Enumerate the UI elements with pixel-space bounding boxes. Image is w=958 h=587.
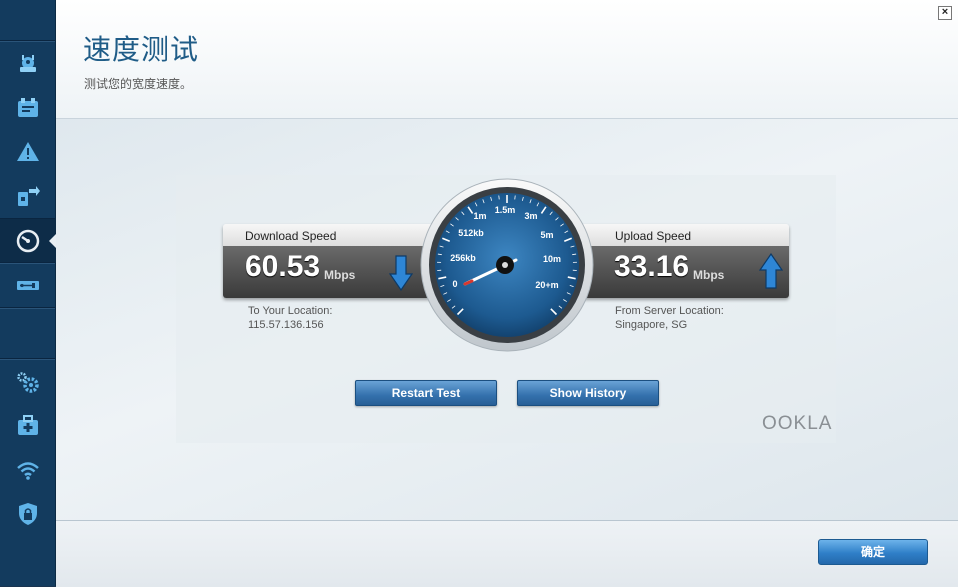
page-footer: 确定 — [56, 520, 958, 587]
content-area: Download Speed 60.53 Mbps To Your Locati… — [56, 119, 958, 520]
sidebar — [0, 0, 56, 586]
page-title: 速度测试 — [83, 28, 199, 68]
download-speed-unit: Mbps — [324, 268, 355, 282]
sidebar-item-security[interactable] — [0, 492, 55, 536]
download-label: Download Speed — [245, 229, 336, 243]
gauge-label: 3m — [524, 211, 537, 221]
gears-icon — [15, 370, 41, 396]
gauge-label: 1m — [473, 211, 486, 221]
main-panel: 速度测试 测试您的宽度速度。 × Download Speed 60.53 Mb… — [56, 0, 958, 586]
download-location-value: 115.57.136.156 — [248, 319, 324, 331]
gauge-label: 20+m — [535, 280, 558, 290]
upload-arrow-icon — [759, 253, 783, 289]
speed-gauge: 0 256kb 512kb 1m 1.5m 3m 5m 10m 20+m — [420, 178, 594, 352]
page-header: 速度测试 测试您的宽度速度。 × — [56, 0, 958, 119]
gauge-label: 10m — [543, 254, 561, 264]
ok-button[interactable]: 确定 — [818, 539, 928, 565]
medkit-icon — [15, 413, 41, 439]
close-button[interactable]: × — [938, 6, 952, 20]
devices-icon — [15, 95, 41, 121]
gauge-label: 5m — [540, 230, 553, 240]
gauge-label: 256kb — [450, 253, 476, 263]
show-history-button[interactable]: Show History — [517, 380, 659, 406]
download-location-label: To Your Location: — [248, 305, 332, 317]
upload-location-value: Singapore, SG — [615, 319, 687, 331]
sidebar-item-devices[interactable] — [0, 86, 55, 130]
sidebar-item-diagnostics[interactable] — [0, 404, 55, 448]
lock-shield-icon — [15, 501, 41, 527]
upload-speed-value: 33.16 — [614, 250, 689, 284]
sidebar-divider — [0, 358, 55, 359]
sidebar-divider — [0, 307, 55, 308]
sidebar-item-connectivity[interactable] — [0, 174, 55, 218]
gauge-label: 1.5m — [495, 205, 516, 215]
upload-location-label: From Server Location: — [615, 305, 724, 317]
sidebar-item-wireless[interactable] — [0, 448, 55, 492]
sidebar-item-usb-storage[interactable] — [0, 263, 55, 307]
speedometer-icon — [15, 228, 41, 254]
restart-test-button[interactable]: Restart Test — [355, 380, 497, 406]
sidebar-item-speed-test[interactable] — [0, 219, 55, 263]
wifi-icon — [15, 457, 41, 483]
upload-speed-unit: Mbps — [693, 268, 724, 282]
usb-icon — [15, 272, 41, 298]
gauge-label: 512kb — [458, 228, 484, 238]
sidebar-item-troubleshoot[interactable] — [0, 130, 55, 174]
page-subtitle: 测试您的宽度速度。 — [84, 75, 192, 92]
upload-label: Upload Speed — [615, 229, 691, 243]
sidebar-divider — [0, 40, 55, 41]
gauge-label: 0 — [452, 279, 457, 289]
download-arrow-icon — [389, 255, 413, 291]
router-icon — [15, 51, 41, 77]
sidebar-item-settings[interactable] — [0, 361, 55, 405]
download-speed-value: 60.53 — [245, 250, 320, 284]
ookla-logo: OOKLA — [762, 413, 832, 435]
sidebar-item-network-map[interactable] — [0, 42, 55, 86]
transfer-icon — [15, 183, 41, 209]
alert-icon — [15, 139, 41, 165]
speedtest-widget: Download Speed 60.53 Mbps To Your Locati… — [176, 175, 836, 443]
